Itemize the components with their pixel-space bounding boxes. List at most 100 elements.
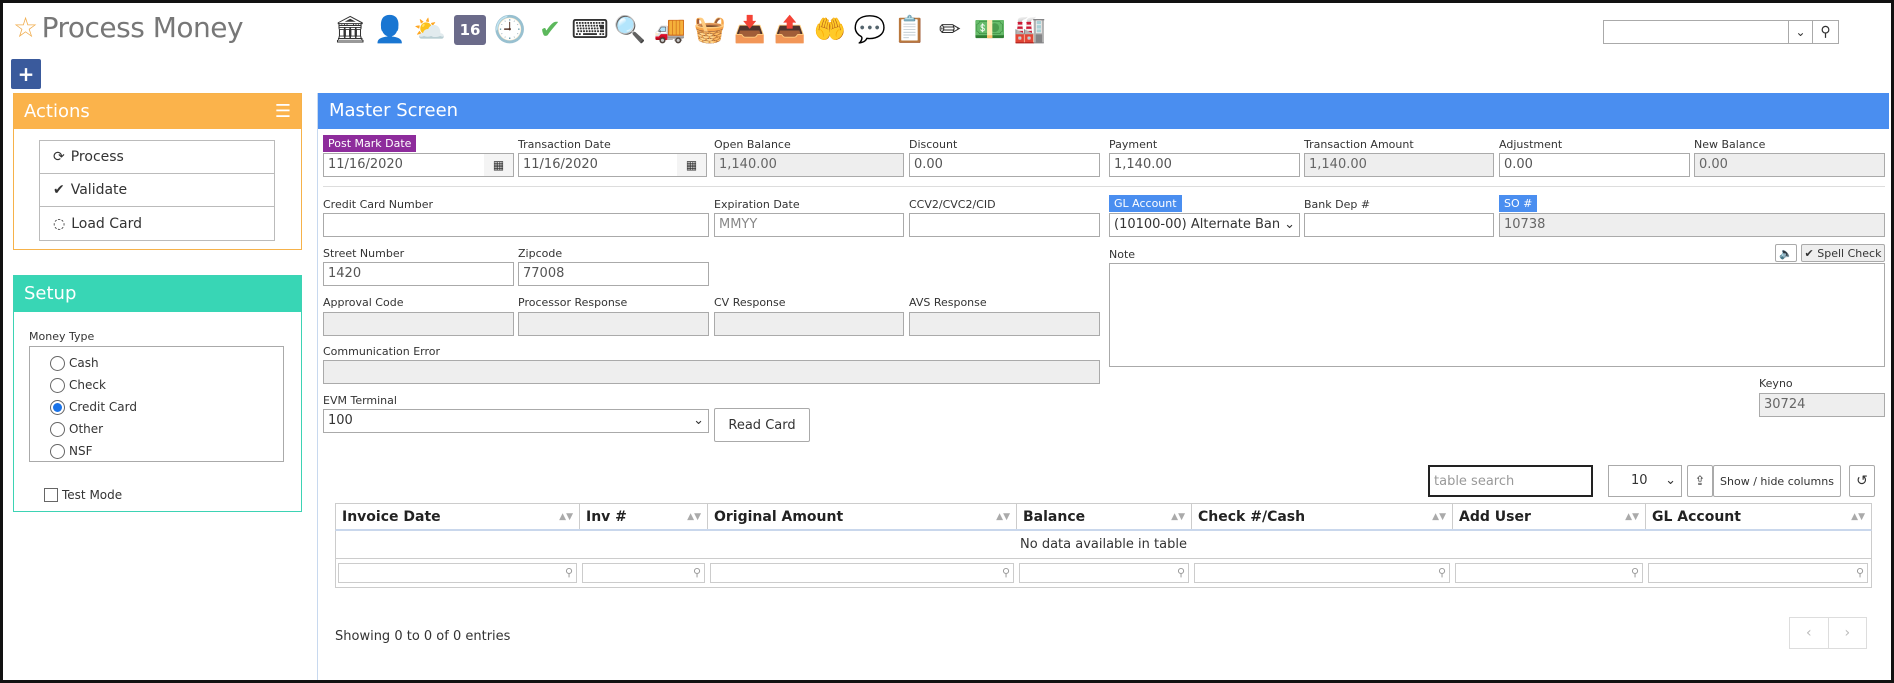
filter-input[interactable]: ⚲ bbox=[1648, 563, 1868, 583]
gl-account-label: GL Account bbox=[1109, 195, 1182, 212]
menu-icon[interactable]: ☰ bbox=[275, 101, 291, 122]
col-balance[interactable]: Balance ▲▼ bbox=[1017, 504, 1192, 529]
global-search: ⌄ ⚲ bbox=[1603, 20, 1839, 44]
evm-terminal-value: 100 bbox=[328, 413, 353, 428]
adjustment-field[interactable]: 0.00 bbox=[1499, 153, 1690, 177]
radio-nsf[interactable]: NSF bbox=[50, 440, 283, 462]
radio-cash[interactable]: Cash bbox=[50, 352, 283, 374]
pagination: ‹ › bbox=[1789, 617, 1867, 649]
test-mode[interactable]: Test Mode bbox=[44, 488, 122, 502]
transaction-date-field[interactable]: 11/16/2020 bbox=[518, 153, 678, 177]
street-number-field[interactable]: 1420 bbox=[323, 262, 514, 286]
chevron-down-icon[interactable]: ⌄ bbox=[1788, 21, 1812, 43]
clock-icon[interactable]: 🕘 bbox=[491, 11, 529, 49]
credit-card-number-field[interactable] bbox=[323, 213, 709, 237]
post-mark-date-field[interactable]: 11/16/2020 bbox=[323, 153, 485, 177]
radio-credit-card[interactable]: Credit Card bbox=[50, 396, 283, 418]
expiration-date-field[interactable]: MMYY bbox=[714, 213, 904, 237]
open-balance-field: 1,140.00 bbox=[714, 153, 904, 177]
expiration-date-label: Expiration Date bbox=[714, 198, 800, 211]
basket-icon[interactable]: 🧺 bbox=[691, 11, 729, 49]
evm-terminal-select[interactable]: 100 ⌄ bbox=[323, 409, 709, 433]
calendar-icon[interactable]: ▦ bbox=[484, 153, 514, 177]
test-mode-checkbox[interactable] bbox=[44, 488, 58, 502]
bank-icon[interactable]: 🏛 bbox=[331, 11, 369, 49]
radio-circle[interactable] bbox=[50, 443, 65, 459]
gl-account-select[interactable]: (10100-00) Alternate Ban ⌄ bbox=[1109, 213, 1300, 237]
street-number-label: Street Number bbox=[323, 247, 405, 260]
next-page-icon[interactable]: › bbox=[1829, 618, 1867, 648]
filter-input[interactable]: ⚲ bbox=[1194, 563, 1450, 583]
col-original-amount[interactable]: Original Amount ▲▼ bbox=[708, 504, 1017, 529]
cvv-label: CCV2/CVC2/CID bbox=[909, 198, 996, 211]
radio-circle[interactable] bbox=[50, 421, 65, 437]
sort-icon: ▲▼ bbox=[1171, 512, 1185, 522]
col-add-user[interactable]: Add User ▲▼ bbox=[1453, 504, 1646, 529]
so-label: SO # bbox=[1499, 195, 1538, 212]
note-textarea[interactable] bbox=[1109, 263, 1885, 367]
user-icon[interactable]: 👤 bbox=[371, 11, 409, 49]
add-button[interactable]: + bbox=[11, 59, 41, 89]
pencil-icon[interactable]: ✏ bbox=[931, 11, 969, 49]
sort-icon: ▲▼ bbox=[559, 512, 573, 522]
reset-icon[interactable]: ↺ bbox=[1849, 465, 1875, 497]
weather-icon[interactable]: ⛅ bbox=[411, 11, 449, 49]
export-icon[interactable]: ⇪ bbox=[1687, 465, 1713, 497]
radio-label: Credit Card bbox=[69, 400, 137, 414]
discount-field[interactable]: 0.00 bbox=[909, 153, 1100, 177]
magnifier-icon[interactable]: 🔍 bbox=[611, 11, 649, 49]
search-icon: ⚲ bbox=[1630, 566, 1639, 579]
read-card-button[interactable]: Read Card bbox=[714, 408, 810, 442]
radio-circle[interactable] bbox=[50, 355, 65, 371]
search-icon: ⚲ bbox=[1001, 566, 1010, 579]
filter-cell: ⚲ bbox=[1192, 561, 1453, 587]
dollar-chat-icon[interactable]: 💬 bbox=[851, 11, 889, 49]
radio-circle-selected[interactable] bbox=[50, 399, 65, 415]
hand-money-icon[interactable]: 🤲 bbox=[811, 11, 849, 49]
payment-field[interactable]: 1,140.00 bbox=[1109, 153, 1300, 177]
calendar-16-icon[interactable]: 16 bbox=[451, 11, 489, 49]
show-hide-columns-button[interactable]: Show / hide columns bbox=[1713, 465, 1841, 497]
process-button[interactable]: ⟳ Process bbox=[40, 141, 274, 174]
col-gl-account[interactable]: GL Account ▲▼ bbox=[1646, 504, 1871, 529]
process-label: Process bbox=[70, 149, 124, 165]
col-inv-num[interactable]: Inv # ▲▼ bbox=[580, 504, 708, 529]
radio-circle[interactable] bbox=[50, 377, 65, 393]
filter-input[interactable]: ⚲ bbox=[1455, 563, 1643, 583]
radio-check[interactable]: Check bbox=[50, 374, 283, 396]
spell-check-button[interactable]: ✔ Spell Check bbox=[1801, 244, 1885, 262]
col-invoice-date[interactable]: Invoice Date ▲▼ bbox=[336, 504, 580, 529]
col-check-cash[interactable]: Check #/Cash ▲▼ bbox=[1192, 504, 1453, 529]
validate-button[interactable]: ✔ Validate bbox=[40, 174, 274, 207]
money-type-group: Cash Check Credit Card Other NSF bbox=[29, 346, 284, 462]
prev-page-icon[interactable]: ‹ bbox=[1790, 618, 1829, 648]
global-search-input[interactable] bbox=[1604, 21, 1788, 43]
radio-other[interactable]: Other bbox=[50, 418, 283, 440]
factory-icon[interactable]: 🏭 bbox=[1011, 11, 1049, 49]
page-size-select[interactable]: 10 ⌄ bbox=[1608, 465, 1682, 497]
download-box-icon[interactable]: 📥 bbox=[731, 11, 769, 49]
search-icon: ⚲ bbox=[1176, 566, 1185, 579]
avs-response-field bbox=[909, 312, 1100, 336]
clipboard-icon[interactable]: 📋 bbox=[891, 11, 929, 49]
search-icon[interactable]: ⚲ bbox=[1812, 21, 1838, 43]
cvv-field[interactable] bbox=[909, 213, 1100, 237]
filter-input[interactable]: ⚲ bbox=[338, 563, 577, 583]
approval-code-field bbox=[323, 312, 514, 336]
keyboard-icon[interactable]: ⌨ bbox=[571, 11, 609, 49]
calendar-icon[interactable]: ▦ bbox=[677, 153, 707, 177]
favorite-star-icon[interactable]: ☆ bbox=[13, 11, 38, 44]
upload-box-icon[interactable]: 📤 bbox=[771, 11, 809, 49]
table-search-input[interactable]: table search bbox=[1428, 465, 1593, 497]
load-card-button[interactable]: ◌ Load Card bbox=[40, 207, 274, 240]
money-icon[interactable]: 💵 bbox=[971, 11, 1009, 49]
filter-input[interactable]: ⚲ bbox=[582, 563, 705, 583]
money-type-label: Money Type bbox=[29, 330, 95, 343]
filter-input[interactable]: ⚲ bbox=[710, 563, 1014, 583]
filter-input[interactable]: ⚲ bbox=[1019, 563, 1189, 583]
bank-dep-field[interactable] bbox=[1304, 213, 1494, 237]
speaker-icon[interactable]: 🔈 bbox=[1775, 244, 1797, 262]
checkmark-icon[interactable]: ✔ bbox=[531, 11, 569, 49]
zipcode-field[interactable]: 77008 bbox=[518, 262, 709, 286]
truck-icon[interactable]: 🚚 bbox=[651, 11, 689, 49]
